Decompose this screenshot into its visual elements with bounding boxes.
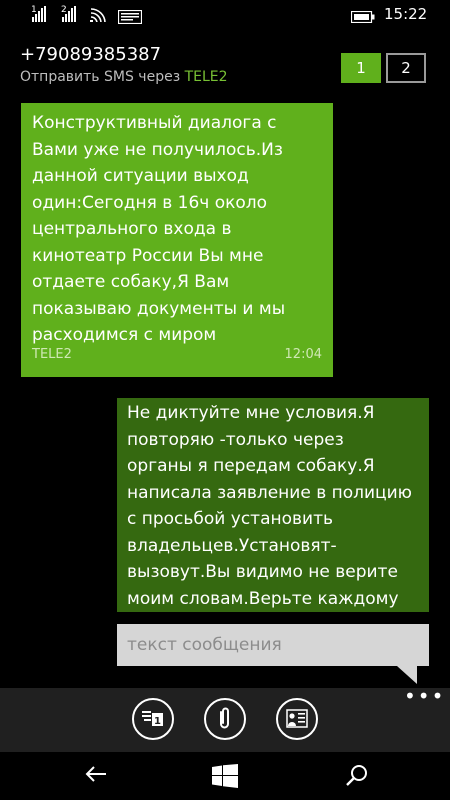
sim1-indicator: 1 xyxy=(31,5,37,15)
message-line: один:Сегодня в 16ч около xyxy=(32,192,268,213)
message-line: написала заявление в полицию xyxy=(127,482,412,503)
message-meta: TELE2 12:04 xyxy=(32,346,322,364)
compose-tail xyxy=(397,666,417,684)
message-line: с просьбой установить xyxy=(127,509,333,529)
message-line: Не диктуйте мне условия.Я xyxy=(127,403,375,423)
sim-tab-2[interactable]: 2 xyxy=(386,53,426,83)
svg-text:1: 1 xyxy=(154,716,161,727)
send-via-prefix: Отправить SMS через xyxy=(20,69,185,85)
search-button[interactable] xyxy=(345,764,369,792)
message-line: моим словам.Верьте каждому xyxy=(127,588,399,609)
message-line: показываю документы и мы xyxy=(32,298,286,319)
sim-switch-button[interactable]: 1 xyxy=(132,698,174,740)
message-line: отдаете собаку,Я Вам xyxy=(32,272,230,292)
message-notification-icon xyxy=(117,9,143,28)
message-line: владельцев.Установят- xyxy=(127,535,337,556)
message-line: расходимся с миром xyxy=(32,325,217,345)
message-line: повторяю -только через xyxy=(127,429,344,450)
contact-number[interactable]: +79089385387 xyxy=(20,44,161,65)
more-options-button[interactable]: ••• xyxy=(404,686,445,706)
app-bar: 1 ••• xyxy=(0,686,450,752)
search-icon xyxy=(346,765,367,786)
status-bar: 1 2 15:22 xyxy=(0,0,450,32)
wifi-icon xyxy=(90,6,106,26)
signal-strength-icon: 1 xyxy=(31,5,46,22)
message-time: 12:04 xyxy=(284,347,322,362)
back-button[interactable] xyxy=(84,764,108,788)
windows-start-icon xyxy=(212,764,238,788)
sim-tab-1[interactable]: 1 xyxy=(341,53,381,83)
signal-strength-icon: 2 xyxy=(61,5,76,22)
attach-button[interactable] xyxy=(204,698,246,740)
message-line: органы я передам собаку.Я xyxy=(127,456,375,476)
back-icon xyxy=(85,766,106,782)
send-via-label: Отправить SMS через TELE2 xyxy=(20,69,228,85)
send-via-carrier[interactable]: TELE2 xyxy=(185,69,228,85)
battery-icon xyxy=(350,8,375,27)
message-line: Вами уже не получилось.Из xyxy=(32,139,283,160)
message-line: вызовут.Вы видимо не верите xyxy=(127,562,398,582)
message-line: центрального входа в xyxy=(32,219,232,239)
clock: 15:22 xyxy=(384,5,428,23)
sim2-indicator: 2 xyxy=(61,5,67,15)
message-carrier: TELE2 xyxy=(32,347,72,362)
attach-icon xyxy=(220,707,229,729)
message-line: кинотеатр России Вы мне xyxy=(32,245,264,266)
start-button[interactable] xyxy=(212,764,238,792)
navigation-bar xyxy=(0,752,450,800)
message-line: Конструктивный диалога с xyxy=(32,113,277,133)
contact-card-button[interactable] xyxy=(276,698,318,740)
incoming-message-bubble[interactable]: Конструктивный диалога с Вами уже не пол… xyxy=(21,103,333,377)
sim-switch-icon: 1 xyxy=(142,711,163,727)
contact-card-icon xyxy=(286,709,308,728)
message-line: данной ситуации выход xyxy=(32,166,249,186)
outgoing-message-bubble[interactable]: Не диктуйте мне условия.Я повторяю -толь… xyxy=(117,398,429,612)
message-input[interactable]: текст сообщения xyxy=(117,624,429,666)
